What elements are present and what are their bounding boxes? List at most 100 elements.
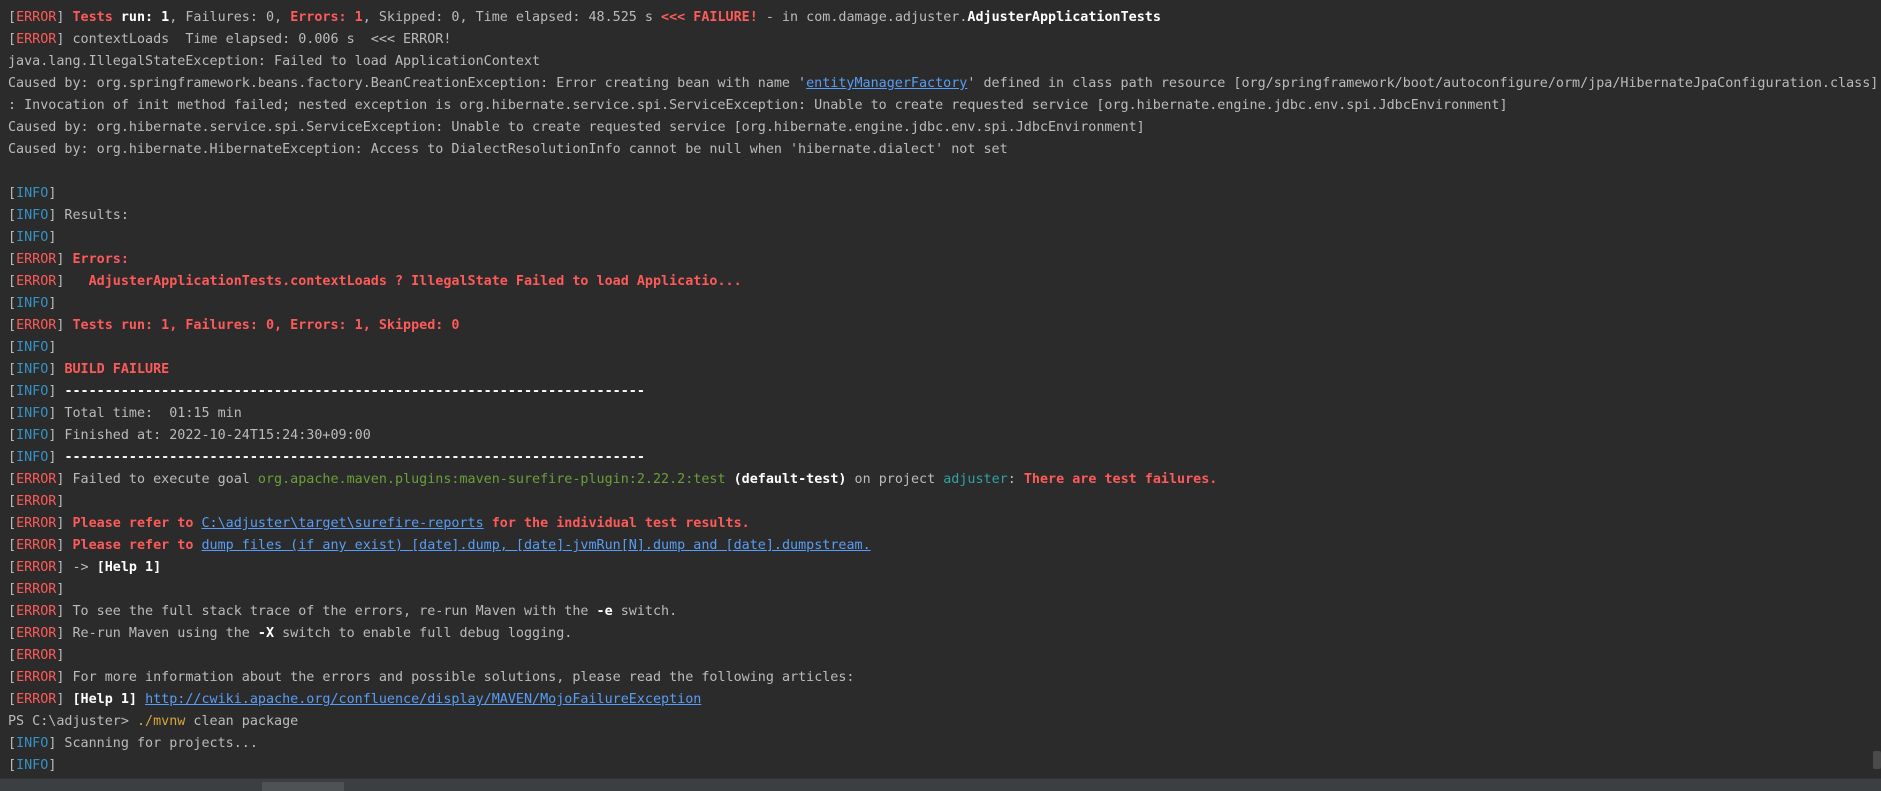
terminal-text: ERROR <box>16 10 57 25</box>
terminal-text: adjuster <box>943 472 1008 487</box>
terminal-text: ERROR <box>16 692 57 707</box>
terminal-link[interactable]: http://cwiki.apache.org/confluence/displ… <box>145 692 701 707</box>
terminal-text: ERROR <box>16 538 57 553</box>
terminal-text: [ <box>8 208 17 223</box>
terminal-text: INFO <box>16 296 49 311</box>
terminal-text: Tests run: 1, Failures: 0, Errors: 1, Sk… <box>72 318 460 333</box>
terminal-text: ] To see the full stack trace of the err… <box>56 604 597 619</box>
terminal-line: [ERROR] Failed to execute goal org.apach… <box>8 469 1881 491</box>
terminal-text: run: 1 <box>120 10 170 25</box>
terminal-text: [ <box>8 318 17 333</box>
terminal-text: BUILD FAILURE <box>64 362 170 377</box>
terminal-line: [INFO] Scanning for projects... <box>8 733 1881 755</box>
terminal-text: ] For more information about the errors … <box>56 670 855 685</box>
terminal-line: java.lang.IllegalStateException: Failed … <box>8 51 1881 73</box>
terminal-output[interactable]: [ERROR] Tests run: 1, Failures: 0, Error… <box>0 0 1881 779</box>
terminal-text: ] <box>48 384 65 399</box>
terminal-line: [ERROR] <box>8 645 1881 667</box>
terminal-line: : Invocation of init method failed; nest… <box>8 95 1881 117</box>
terminal-text: ERROR <box>16 32 57 47</box>
terminal-text: ] Results: <box>48 208 129 223</box>
terminal-text: ] <box>48 186 57 201</box>
terminal-text: ERROR <box>16 274 57 289</box>
terminal-text: INFO <box>16 362 49 377</box>
terminal-text: switch. <box>612 604 678 619</box>
terminal-text: [ <box>8 538 17 553</box>
terminal-text: ERROR <box>16 582 57 597</box>
terminal-line: Caused by: org.hibernate.HibernateExcept… <box>8 139 1881 161</box>
terminal-text: [ <box>8 736 17 751</box>
terminal-text: [ <box>8 450 17 465</box>
terminal-text: Please refer to <box>72 516 202 531</box>
terminal-text: INFO <box>16 450 49 465</box>
terminal-text: ] <box>56 516 73 531</box>
terminal-text: [ <box>8 186 17 201</box>
bottom-tab-active[interactable] <box>262 782 344 791</box>
terminal-text: [ <box>8 406 17 421</box>
terminal-text: ' defined in class path resource [org/sp… <box>967 76 1879 91</box>
terminal-text: AdjusterApplicationTests.contextLoads ? … <box>88 274 742 289</box>
terminal-text: [ <box>8 582 17 597</box>
terminal-line: [INFO] Total time: 01:15 min <box>8 403 1881 425</box>
terminal-line: [ERROR] [Help 1] http://cwiki.apache.org… <box>8 689 1881 711</box>
terminal-text: ERROR <box>16 472 57 487</box>
terminal-text: Caused by: org.hibernate.service.spi.Ser… <box>8 120 1145 135</box>
terminal-text: , Skipped: 0, Time elapsed: 48.525 s <box>362 10 662 25</box>
terminal-link[interactable]: dump files (if any exist) [date].dump, [… <box>202 538 871 553</box>
terminal-text: [ <box>8 252 17 267</box>
terminal-line: [INFO] <box>8 293 1881 315</box>
terminal-text: ] Scanning for projects... <box>48 736 258 751</box>
terminal-line: [ERROR] For more information about the e… <box>8 667 1881 689</box>
terminal-text: ----------------------------------------… <box>64 384 645 399</box>
terminal-line: [ERROR] Re-run Maven using the -X switch… <box>8 623 1881 645</box>
terminal-text: Errors: 1 <box>290 10 363 25</box>
terminal-line: [INFO] ---------------------------------… <box>8 447 1881 469</box>
vertical-scrollbar-thumb[interactable] <box>1873 751 1881 769</box>
terminal-text: ERROR <box>16 626 57 641</box>
terminal-text: <<< FAILURE! <box>661 10 758 25</box>
terminal-line: [INFO] <box>8 337 1881 359</box>
terminal-text: [Help 1] <box>72 692 138 707</box>
terminal-text: ERROR <box>16 648 57 663</box>
terminal-line: [INFO] <box>8 755 1881 777</box>
terminal-text: [ <box>8 472 17 487</box>
terminal-text: INFO <box>16 186 49 201</box>
terminal-text: [ <box>8 340 17 355</box>
terminal-text: Tests <box>72 10 121 25</box>
terminal-line: [ERROR] Please refer to dump files (if a… <box>8 535 1881 557</box>
terminal-text: Please refer to <box>72 538 202 553</box>
terminal-text: [Help 1] <box>96 560 162 575</box>
terminal-line: [INFO] BUILD FAILURE <box>8 359 1881 381</box>
terminal-text: ] Re-run Maven using the <box>56 626 258 641</box>
terminal-text: ERROR <box>16 318 57 333</box>
terminal-text: [ <box>8 604 17 619</box>
terminal-text: ERROR <box>16 560 57 575</box>
terminal-text: : <box>1007 472 1024 487</box>
terminal-text: Caused by: org.springframework.beans.fac… <box>8 76 807 91</box>
terminal-text: ERROR <box>16 604 57 619</box>
terminal-text: Caused by: org.hibernate.HibernateExcept… <box>8 142 1008 157</box>
terminal-text: ] <box>56 582 65 597</box>
terminal-line: [ERROR] Please refer to C:\adjuster\targ… <box>8 513 1881 535</box>
terminal-line: [INFO] Finished at: 2022-10-24T15:24:30+… <box>8 425 1881 447</box>
terminal-text: INFO <box>16 208 49 223</box>
terminal-text: [ <box>8 384 17 399</box>
terminal-text: ERROR <box>16 516 57 531</box>
terminal-link[interactable]: C:\adjuster\target\surefire-reports <box>202 516 484 531</box>
terminal-text: [ <box>8 32 17 47</box>
terminal-line: [INFO] Results: <box>8 205 1881 227</box>
terminal-line: [ERROR] Tests run: 1, Failures: 0, Error… <box>8 7 1881 29</box>
terminal-text: PS C:\adjuster> <box>8 714 137 729</box>
bottom-tool-strip <box>0 778 1881 791</box>
terminal-text: [ <box>8 758 17 773</box>
terminal-link[interactable]: entityManagerFactory <box>806 76 967 91</box>
terminal-text: [ <box>8 274 17 289</box>
terminal-line: PS C:\adjuster> ./mvnw clean package <box>8 711 1881 733</box>
terminal-text: ] <box>48 450 65 465</box>
terminal-text: AdjusterApplicationTests <box>967 10 1161 25</box>
terminal-line: [ERROR] -> [Help 1] <box>8 557 1881 579</box>
terminal-line: [ERROR] contextLoads Time elapsed: 0.006… <box>8 29 1881 51</box>
terminal-text: [ <box>8 428 17 443</box>
